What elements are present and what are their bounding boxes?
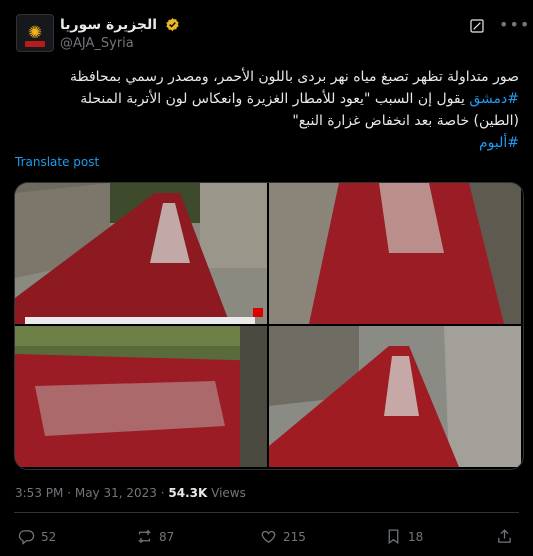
bookmark-icon <box>388 529 399 545</box>
handle[interactable]: @AJA_Syria <box>60 36 180 51</box>
display-name[interactable]: الجزيرة سوريا <box>60 17 157 33</box>
hashtag-damascus[interactable]: #دمشق <box>469 91 519 107</box>
tweet-time[interactable]: 3:53 PM <box>15 486 63 500</box>
avatar[interactable]: ✺ <box>16 14 54 52</box>
grok-icon[interactable] <box>469 18 485 34</box>
photo-1[interactable] <box>15 183 267 324</box>
hashtag-album[interactable]: #ألبوم <box>479 135 519 151</box>
like-icon <box>261 530 276 543</box>
views-count: 54.3K <box>168 486 208 500</box>
bookmark-button[interactable]: 18 <box>385 528 423 545</box>
reply-icon <box>18 530 35 545</box>
more-icon[interactable]: ••• <box>499 17 529 34</box>
photo-4[interactable] <box>269 326 521 467</box>
verified-badge-icon <box>166 17 179 32</box>
media-grid <box>14 182 524 470</box>
action-bar: 52 87 215 18 <box>18 528 515 548</box>
logo-accent <box>25 41 45 47</box>
tweet-header: ✺ الجزيرة سوريا @AJA_Syria ••• <box>16 14 529 54</box>
repost-count: 87 <box>159 529 175 544</box>
reply-button[interactable]: 52 <box>18 528 56 545</box>
reply-count: 52 <box>41 529 57 544</box>
photo-2[interactable] <box>269 183 521 324</box>
translate-post-link[interactable]: Translate post <box>15 155 99 169</box>
author-names: الجزيرة سوريا @AJA_Syria <box>60 14 180 51</box>
share-icon <box>498 529 511 543</box>
divider <box>14 512 519 513</box>
views-label: Views <box>211 486 246 500</box>
meta-separator-2: · <box>160 486 165 500</box>
tweet-text-line2: يقول إن السبب "يعود للأمطار الغزيرة وانع… <box>80 91 470 107</box>
like-count: 215 <box>283 529 306 544</box>
tweet-text: صور متداولة تظهر تصبغ مياه نهر بردى بالل… <box>14 66 519 154</box>
tweet-date[interactable]: May 31, 2023 <box>75 486 157 500</box>
tweet-meta: 3:53 PM · May 31, 2023 · 54.3K Views <box>15 486 246 500</box>
repost-icon <box>138 529 151 544</box>
photo-3[interactable] <box>15 326 267 467</box>
share-button[interactable] <box>496 528 519 545</box>
aljazeera-logo-icon: ✺ <box>27 22 43 43</box>
tweet-text-line3: (الطين) خاصة بعد انخفاض غزارة النبع" <box>292 113 519 129</box>
meta-separator: · <box>67 486 72 500</box>
like-button[interactable]: 215 <box>260 528 306 545</box>
repost-button[interactable]: 87 <box>136 528 174 545</box>
tweet-text-line1: صور متداولة تظهر تصبغ مياه نهر بردى بالل… <box>70 69 519 85</box>
bookmark-count: 18 <box>408 529 424 544</box>
